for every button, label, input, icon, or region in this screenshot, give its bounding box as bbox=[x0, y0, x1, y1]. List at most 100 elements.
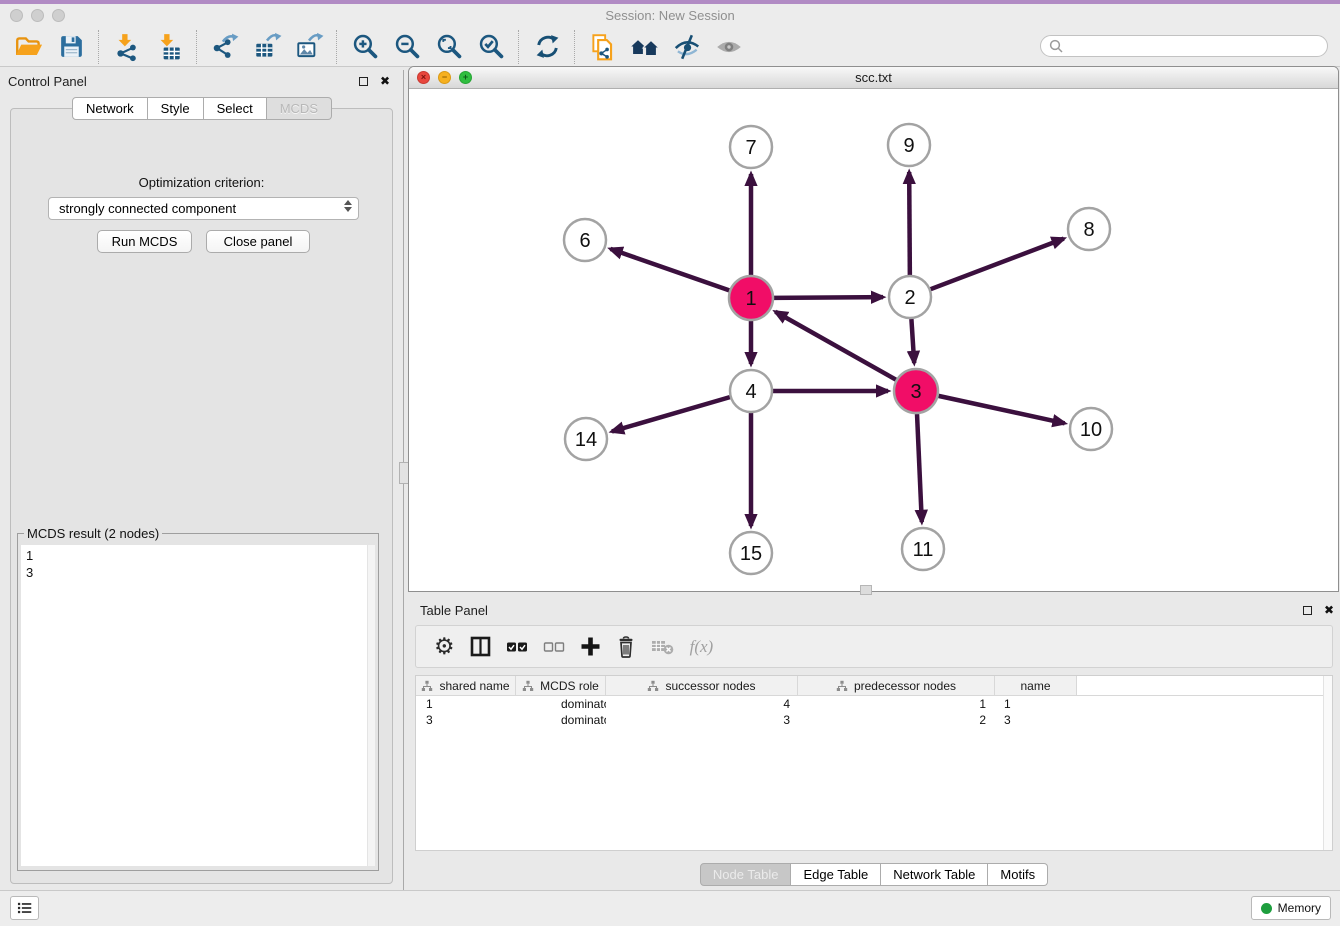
node-1[interactable]: 1 bbox=[729, 276, 773, 320]
fx-icon: f(x) bbox=[690, 637, 714, 657]
edge-2-9[interactable] bbox=[909, 172, 910, 275]
fit-content-button[interactable] bbox=[431, 30, 467, 64]
cell: 1 bbox=[995, 697, 1077, 711]
control-panel: Control Panel ✖ NetworkStyleSelectMCDS O… bbox=[8, 70, 396, 890]
run-mcds-button[interactable]: Run MCDS bbox=[97, 230, 192, 253]
node-9[interactable]: 9 bbox=[888, 124, 930, 166]
header-filler bbox=[1077, 676, 1332, 695]
main-toolbar bbox=[0, 27, 1340, 67]
close-table-panel-icon[interactable]: ✖ bbox=[1324, 604, 1334, 616]
node-10[interactable]: 10 bbox=[1070, 408, 1112, 450]
memory-button[interactable]: Memory bbox=[1251, 896, 1331, 920]
edge-2-8[interactable] bbox=[931, 239, 1064, 290]
node-label-7: 7 bbox=[745, 137, 756, 159]
tab-network-table[interactable]: Network Table bbox=[881, 863, 988, 886]
close-panel-icon[interactable]: ✖ bbox=[380, 75, 390, 87]
mcds-result-title: MCDS result (2 nodes) bbox=[24, 526, 162, 541]
export-table-button[interactable] bbox=[249, 30, 285, 64]
open-session-button[interactable] bbox=[11, 30, 47, 64]
apply-layout-button[interactable] bbox=[529, 30, 565, 64]
column-header-shared-name[interactable]: shared name bbox=[416, 676, 516, 695]
clone-network-button[interactable] bbox=[585, 30, 621, 64]
export-image-icon bbox=[294, 32, 324, 62]
column-header-MCDS-role[interactable]: MCDS role bbox=[516, 676, 606, 695]
network-canvas[interactable]: 7 9 6 8 1 2 4 3 14 10 15 11 bbox=[409, 89, 1338, 592]
edge-3-1[interactable] bbox=[775, 312, 896, 380]
tab-style[interactable]: Style bbox=[148, 97, 204, 120]
tab-edge-table[interactable]: Edge Table bbox=[791, 863, 881, 886]
edge-3-10[interactable] bbox=[938, 396, 1064, 423]
horizontal-splitter-grip[interactable] bbox=[860, 585, 872, 595]
column-header-successor-nodes[interactable]: successor nodes bbox=[606, 676, 798, 695]
mcds-result-text[interactable]: 1 3 bbox=[21, 545, 375, 866]
export-network-icon bbox=[210, 32, 240, 62]
node-6[interactable]: 6 bbox=[564, 219, 606, 261]
column-header-name[interactable]: name bbox=[995, 676, 1077, 695]
tab-node-table[interactable]: Node Table bbox=[700, 863, 792, 886]
search-input[interactable] bbox=[1063, 37, 1327, 55]
create-column-button[interactable] bbox=[580, 636, 601, 657]
float-panel-icon[interactable] bbox=[359, 77, 368, 86]
float-table-panel-icon[interactable] bbox=[1303, 606, 1312, 615]
eye-disabled-icon bbox=[714, 32, 744, 62]
dropdown-stepper-icon bbox=[344, 200, 352, 212]
export-image-button[interactable] bbox=[291, 30, 327, 64]
save-session-button[interactable] bbox=[53, 30, 89, 64]
result-scrollbar[interactable] bbox=[367, 545, 375, 866]
import-table-icon bbox=[154, 32, 184, 62]
zoom-out-button[interactable] bbox=[389, 30, 425, 64]
table-row-1[interactable]: 1dominator411 bbox=[416, 696, 1332, 712]
export-network-button[interactable] bbox=[207, 30, 243, 64]
tab-motifs[interactable]: Motifs bbox=[988, 863, 1048, 886]
toolbar-separator bbox=[196, 30, 198, 64]
node-label-3: 3 bbox=[910, 381, 921, 403]
cell: dominator bbox=[516, 713, 606, 727]
table-scrollbar[interactable] bbox=[1323, 676, 1332, 850]
unchecked-boxes-icon bbox=[543, 640, 565, 654]
import-network-button[interactable] bbox=[109, 30, 145, 64]
close-panel-button[interactable]: Close panel bbox=[206, 230, 310, 253]
zoom-in-button[interactable] bbox=[347, 30, 383, 64]
node-3[interactable]: 3 bbox=[894, 369, 938, 413]
node-2[interactable]: 2 bbox=[889, 276, 931, 318]
search-field[interactable] bbox=[1040, 35, 1328, 57]
network-window-titlebar[interactable]: × − + scc.txt bbox=[409, 67, 1338, 89]
hide-selected-button[interactable] bbox=[669, 30, 705, 64]
node-table: shared nameMCDS rolesuccessor nodesprede… bbox=[415, 675, 1333, 851]
edge-4-14[interactable] bbox=[612, 397, 730, 431]
delete-columns-button[interactable] bbox=[616, 635, 636, 658]
plus-icon bbox=[580, 636, 601, 657]
column-selector-button[interactable] bbox=[470, 636, 491, 657]
node-label-14: 14 bbox=[575, 429, 597, 451]
table-options-button[interactable]: ⚙ bbox=[434, 635, 455, 658]
node-14[interactable]: 14 bbox=[565, 418, 607, 460]
node-15[interactable]: 15 bbox=[730, 532, 772, 574]
function-builder-button[interactable]: f(x) bbox=[690, 637, 714, 657]
criterion-dropdown[interactable]: strongly connected component bbox=[48, 197, 359, 220]
node-4[interactable]: 4 bbox=[730, 370, 772, 412]
tab-network[interactable]: Network bbox=[72, 97, 148, 120]
edge-1-2[interactable] bbox=[774, 297, 883, 298]
network-overview-button[interactable] bbox=[627, 30, 663, 64]
node-11[interactable]: 11 bbox=[902, 528, 944, 570]
zoom-in-icon bbox=[351, 32, 380, 61]
table-header-row: shared nameMCDS rolesuccessor nodesprede… bbox=[416, 676, 1332, 696]
edge-2-3[interactable] bbox=[911, 319, 914, 363]
edge-1-6[interactable] bbox=[610, 249, 729, 291]
task-history-button[interactable] bbox=[10, 896, 39, 920]
zoom-out-icon bbox=[393, 32, 422, 61]
show-hidden-button[interactable] bbox=[711, 30, 747, 64]
column-header-predecessor-nodes[interactable]: predecessor nodes bbox=[798, 676, 995, 695]
tab-mcds[interactable]: MCDS bbox=[267, 97, 332, 120]
deselect-all-button[interactable] bbox=[543, 640, 565, 654]
delete-table-button[interactable] bbox=[651, 638, 675, 656]
select-all-button[interactable] bbox=[506, 640, 528, 654]
node-7[interactable]: 7 bbox=[730, 126, 772, 168]
import-table-button[interactable] bbox=[151, 30, 187, 64]
edge-3-11[interactable] bbox=[917, 414, 922, 522]
tab-select[interactable]: Select bbox=[204, 97, 267, 120]
zoom-selected-button[interactable] bbox=[473, 30, 509, 64]
table-row-2[interactable]: 3dominator323 bbox=[416, 712, 1332, 728]
node-8[interactable]: 8 bbox=[1068, 208, 1110, 250]
list-icon bbox=[17, 901, 32, 915]
